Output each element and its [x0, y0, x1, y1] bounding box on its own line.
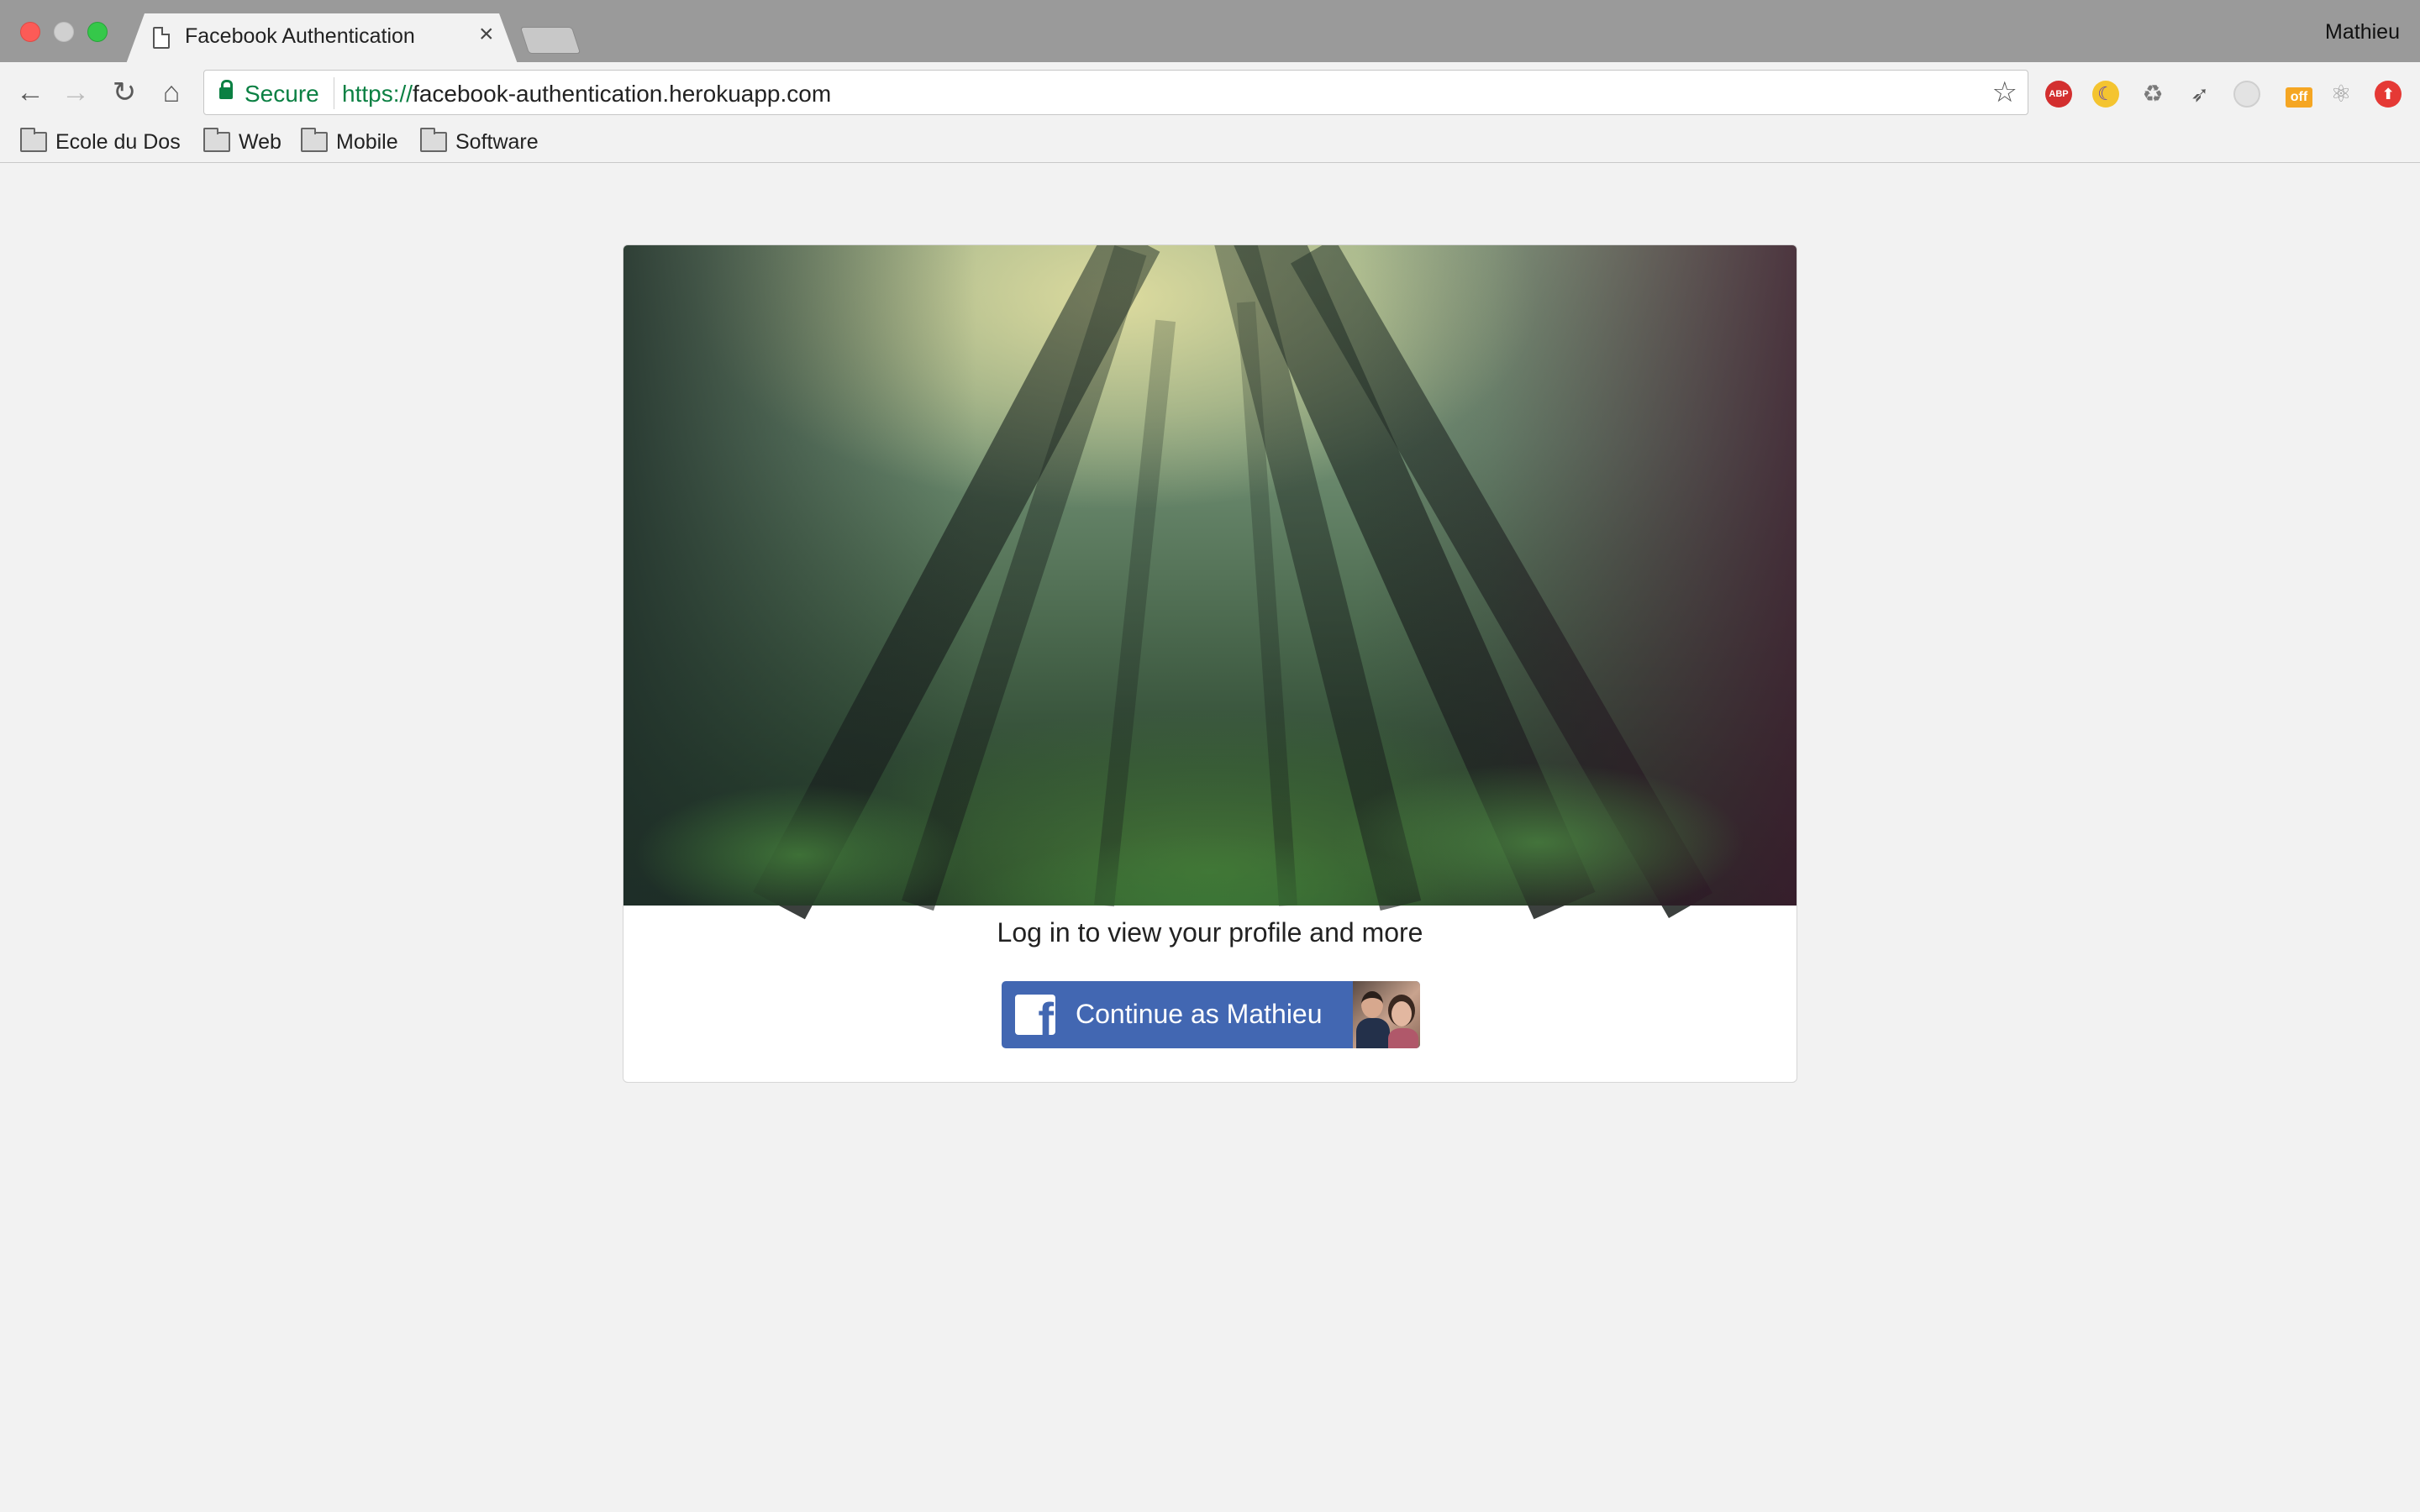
bookmark-label: Ecole du Dos [55, 129, 181, 154]
browser-toolbar: ← → ↻ ⌂ Secure https://facebook-authenti… [0, 62, 2420, 123]
new-tab-button[interactable] [519, 27, 581, 54]
bookmark-label: Software [455, 129, 539, 154]
window-titlebar: Facebook Authentication × Mathieu [0, 0, 2420, 62]
login-prompt: Log in to view your profile and more [997, 917, 1423, 948]
arrow-extension-icon[interactable]: ➶ [2186, 81, 2213, 108]
bookmark-star-icon[interactable]: ☆ [1992, 77, 2018, 108]
url-scheme: https:// [342, 81, 413, 107]
lock-icon[interactable] [219, 80, 233, 99]
bookmark-software[interactable]: Software [420, 128, 539, 156]
close-window-button[interactable] [20, 22, 40, 42]
off-extension-icon[interactable]: off [2286, 87, 2312, 108]
react-devtools-icon[interactable]: ⚛ [2328, 81, 2354, 108]
avatar-person-body [1356, 1018, 1390, 1048]
bookmark-ecole-du-dos[interactable]: Ecole du Dos [20, 128, 181, 156]
facebook-logo-icon: f [1015, 995, 1055, 1035]
folder-icon [301, 128, 328, 152]
profile-name[interactable]: Mathieu [2325, 20, 2400, 45]
reload-button[interactable]: ↻ [109, 77, 139, 108]
back-button[interactable]: ← [15, 77, 45, 108]
tab-facebook-authentication[interactable]: Facebook Authentication × [126, 13, 518, 64]
adblock-plus-icon[interactable]: ABP [2045, 81, 2072, 108]
bookmarks-bar: Ecole du Dos Web Mobile Software [0, 123, 2420, 163]
continue-button-label: Continue as Mathieu [1076, 999, 1323, 1029]
home-button[interactable]: ⌂ [156, 77, 187, 108]
maximize-window-button[interactable] [87, 22, 108, 42]
avatar-person-face [1392, 1001, 1412, 1026]
upload-extension-icon[interactable]: ⬆ [2375, 81, 2402, 108]
folder-icon [420, 128, 447, 152]
avatar-person-body [1388, 1028, 1418, 1048]
bookmark-label: Web [239, 129, 281, 154]
bookmark-mobile[interactable]: Mobile [301, 128, 398, 156]
folder-icon [203, 128, 230, 152]
tab-title: Facebook Authentication [185, 24, 415, 48]
tab-close-icon[interactable]: × [479, 22, 494, 47]
url-text[interactable]: https://facebook-authentication.herokuap… [342, 81, 831, 108]
address-bar[interactable]: Secure https://facebook-authentication.h… [203, 70, 2028, 115]
continue-with-facebook-button[interactable]: f Continue as Mathieu [1002, 981, 1420, 1048]
avatar-person-face [1361, 991, 1383, 1018]
bookmark-web[interactable]: Web [203, 128, 281, 156]
document-icon [153, 27, 170, 49]
hero-ferns [623, 654, 1797, 906]
url-host: facebook-authentication.herokuapp.com [413, 81, 832, 107]
secure-label[interactable]: Secure [245, 81, 319, 108]
minimize-window-button[interactable] [54, 22, 74, 42]
bookmark-label: Mobile [336, 129, 398, 154]
profile-avatar [1353, 981, 1420, 1048]
forward-button[interactable]: → [60, 77, 91, 108]
forest-hero-image [623, 245, 1797, 920]
folder-icon [20, 128, 47, 152]
moon-extension-icon[interactable]: ☾ [2092, 81, 2119, 108]
grey-circle-extension-icon[interactable] [2233, 81, 2260, 108]
facebook-logo-letter: f [1038, 995, 1054, 1036]
login-card: Log in to view your profile and more f C… [623, 244, 1797, 1083]
recycle-extension-icon[interactable]: ♻ [2139, 81, 2166, 108]
